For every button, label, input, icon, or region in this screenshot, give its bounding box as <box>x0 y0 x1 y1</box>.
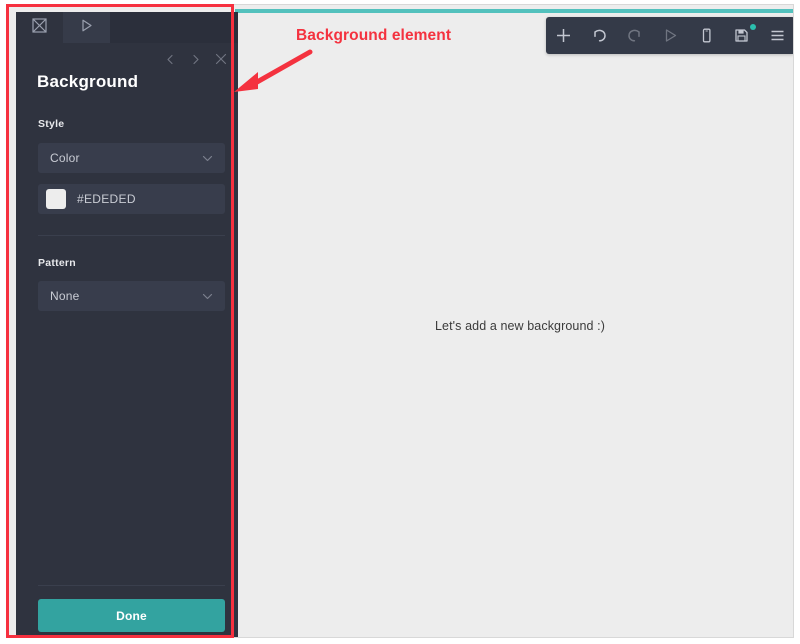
chevron-down-icon <box>201 290 214 303</box>
screenshot-root: Let's add a new background :) <box>0 0 800 644</box>
app-window: Let's add a new background :) <box>6 4 794 638</box>
undo-arrow-icon <box>591 27 608 44</box>
annotation-label: Background element <box>296 27 451 45</box>
pattern-select[interactable]: None <box>38 281 225 311</box>
plus-icon <box>555 27 572 44</box>
background-color-field[interactable]: #EDEDED <box>38 184 225 214</box>
done-button[interactable]: Done <box>38 599 225 632</box>
background-settings-sidebar: Background Style Color #EDEDED Pattern N <box>16 12 238 638</box>
page-title: Background <box>37 72 138 92</box>
sidebar-tab-bar <box>16 12 238 43</box>
prev-element-button[interactable] <box>163 53 178 68</box>
section-divider <box>38 235 225 236</box>
sidebar-item-preview-tab[interactable] <box>63 12 110 43</box>
save-button[interactable] <box>727 21 757 51</box>
canvas-preview-area[interactable]: Let's add a new background :) <box>239 13 794 638</box>
chevron-right-icon <box>190 52 201 70</box>
color-hex-value: #EDEDED <box>77 192 136 206</box>
square-x-icon <box>31 17 48 39</box>
add-element-button[interactable] <box>549 21 579 51</box>
editor-toolbar <box>546 17 794 54</box>
chevron-left-icon <box>165 52 176 70</box>
preview-button[interactable] <box>655 21 685 51</box>
style-field-label: Style <box>38 118 64 130</box>
chevron-down-icon <box>201 152 214 165</box>
panel-nav <box>163 53 228 68</box>
menu-button[interactable] <box>762 21 792 51</box>
hamburger-menu-icon <box>769 27 786 44</box>
canvas-placeholder-text: Let's add a new background :) <box>239 319 794 333</box>
device-preview-button[interactable] <box>691 21 721 51</box>
undo-button[interactable] <box>584 21 614 51</box>
color-swatch[interactable] <box>46 189 66 209</box>
redo-button[interactable] <box>620 21 650 51</box>
style-select-value: Color <box>50 151 80 165</box>
mobile-phone-icon <box>698 27 715 44</box>
pattern-field-label: Pattern <box>38 257 76 269</box>
save-unsaved-badge <box>750 24 756 30</box>
play-triangle-icon <box>78 17 95 39</box>
sidebar-item-crop-tab[interactable] <box>16 12 63 43</box>
close-x-icon <box>215 52 227 70</box>
next-element-button[interactable] <box>188 53 203 68</box>
play-triangle-icon <box>662 27 679 44</box>
close-panel-button[interactable] <box>213 53 228 68</box>
footer-divider <box>38 585 225 586</box>
pattern-select-value: None <box>50 289 80 303</box>
style-select[interactable]: Color <box>38 143 225 173</box>
redo-arrow-icon <box>626 27 643 44</box>
floppy-disk-icon <box>733 27 750 44</box>
